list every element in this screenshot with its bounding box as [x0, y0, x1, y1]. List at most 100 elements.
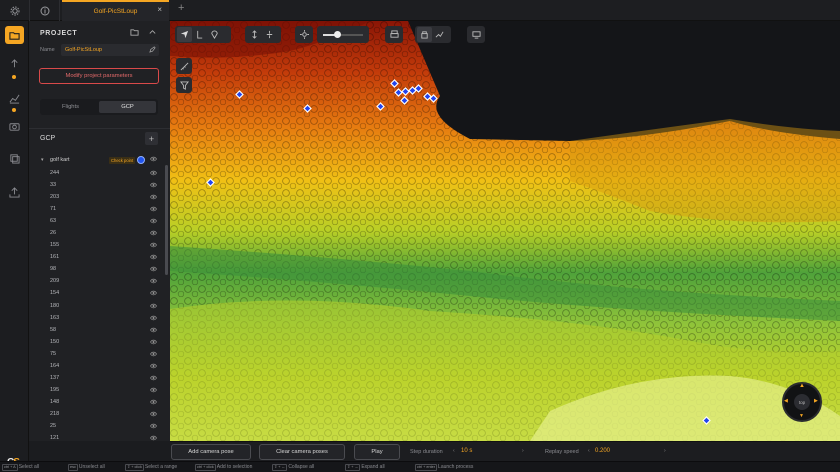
- gcp-point-row[interactable]: 58: [29, 324, 170, 336]
- eye-icon[interactable]: [150, 156, 157, 162]
- gcp-point-row[interactable]: 98: [29, 263, 170, 275]
- tab-flights[interactable]: Flights: [42, 101, 99, 113]
- eye-icon[interactable]: [150, 435, 157, 441]
- export-icon[interactable]: [5, 183, 24, 201]
- eye-icon[interactable]: [150, 387, 157, 393]
- folder-icon[interactable]: [5, 26, 24, 44]
- chevron-up-icon[interactable]: [147, 27, 158, 38]
- eye-icon[interactable]: [150, 254, 157, 260]
- eye-icon[interactable]: [150, 206, 157, 212]
- eye-icon[interactable]: [150, 242, 157, 248]
- gcp-point-row[interactable]: 195: [29, 384, 170, 396]
- arrow-left-icon[interactable]: ◀: [784, 398, 788, 404]
- eye-icon[interactable]: [150, 266, 157, 272]
- settings-icon[interactable]: [0, 0, 30, 21]
- clear-camera-poses-button[interactable]: Clear camera poses: [259, 444, 345, 460]
- layers-icon[interactable]: [5, 149, 24, 167]
- gcp-point-row[interactable]: 25: [29, 420, 170, 432]
- eye-icon[interactable]: [150, 399, 157, 405]
- eye-icon[interactable]: [150, 230, 157, 236]
- arrow-up-icon[interactable]: ▲: [799, 383, 805, 389]
- speed-decrease-icon[interactable]: ‹: [588, 448, 590, 454]
- step-duration-value[interactable]: 10 s: [461, 448, 472, 454]
- gcp-point-row[interactable]: 75: [29, 348, 170, 360]
- eye-icon[interactable]: [150, 375, 157, 381]
- add-gcp-button[interactable]: +: [145, 132, 158, 145]
- eye-icon[interactable]: [150, 182, 157, 188]
- tab-project[interactable]: Golf-PicStLoup ×: [62, 0, 169, 21]
- gcp-point-row[interactable]: 26: [29, 227, 170, 239]
- add-tab-button[interactable]: +: [178, 2, 184, 14]
- replay-speed-value[interactable]: 0.200: [595, 448, 610, 454]
- compass-top-button[interactable]: top: [794, 394, 810, 410]
- eye-icon[interactable]: [150, 327, 157, 333]
- eye-icon[interactable]: [150, 303, 157, 309]
- eye-icon[interactable]: [150, 218, 157, 224]
- gcp-point-row[interactable]: 163: [29, 312, 170, 324]
- point-size-slider[interactable]: [317, 26, 369, 43]
- gcp-point-row[interactable]: 164: [29, 360, 170, 372]
- measure-icon[interactable]: [176, 58, 192, 74]
- tab-gcp[interactable]: GCP: [99, 101, 156, 113]
- info-icon[interactable]: [30, 0, 60, 21]
- lock-icon[interactable]: [417, 27, 432, 42]
- arrow-right-icon[interactable]: ▶: [814, 398, 818, 404]
- eye-icon[interactable]: [150, 411, 157, 417]
- align-vertical-icon[interactable]: [262, 27, 277, 42]
- arrow-down-icon[interactable]: ▼: [799, 413, 804, 419]
- play-button[interactable]: Play: [354, 444, 400, 460]
- gcp-point-row[interactable]: 244: [29, 167, 170, 179]
- eye-icon[interactable]: [150, 423, 157, 429]
- point-cloud-view[interactable]: ▲ ▼ ◀ ▶ top: [170, 21, 840, 441]
- gcp-point-row[interactable]: 121: [29, 432, 170, 444]
- pin-icon[interactable]: [207, 27, 222, 42]
- gcp-point-row[interactable]: 155: [29, 239, 170, 251]
- walk-icon[interactable]: [192, 27, 207, 42]
- add-camera-pose-button[interactable]: Add camera pose: [171, 444, 251, 460]
- speed-increase-icon[interactable]: ›: [664, 448, 666, 454]
- eye-icon[interactable]: [150, 351, 157, 357]
- gcp-point-row[interactable]: 203: [29, 191, 170, 203]
- panel-scrollbar[interactable]: [165, 165, 168, 275]
- eye-icon[interactable]: [150, 290, 157, 296]
- eye-icon[interactable]: [150, 363, 157, 369]
- eye-icon[interactable]: [150, 170, 157, 176]
- tab-close-button[interactable]: ×: [157, 5, 162, 14]
- modify-project-button[interactable]: Modify project parameters: [39, 68, 159, 84]
- gcp-point-row[interactable]: 161: [29, 251, 170, 263]
- sun-icon[interactable]: [297, 27, 311, 42]
- eye-icon[interactable]: [150, 339, 157, 345]
- gcp-point-row[interactable]: 71: [29, 203, 170, 215]
- slider-knob[interactable]: [334, 31, 341, 38]
- filter-icon[interactable]: [176, 77, 192, 93]
- gcp-point-row[interactable]: 180: [29, 300, 170, 312]
- gcp-point-row[interactable]: 33: [29, 179, 170, 191]
- navigate-arrow-icon[interactable]: [177, 27, 192, 42]
- view-compass[interactable]: ▲ ▼ ◀ ▶ top: [782, 382, 822, 422]
- eye-icon[interactable]: [150, 315, 157, 321]
- gcp-group-golf-kart[interactable]: ▾ golf kart Check point: [29, 155, 170, 166]
- edit-pencil-icon[interactable]: [149, 46, 156, 53]
- gcp-point-row[interactable]: 148: [29, 396, 170, 408]
- monitor-icon[interactable]: [469, 27, 483, 42]
- camera-icon[interactable]: [5, 117, 24, 135]
- step-decrease-icon[interactable]: ‹: [453, 448, 455, 454]
- print-icon[interactable]: [387, 27, 401, 42]
- gcp-point-row[interactable]: 137: [29, 372, 170, 384]
- gcp-point-row[interactable]: 218: [29, 408, 170, 420]
- open-folder-icon[interactable]: [129, 27, 140, 38]
- camera-path-icon[interactable]: [432, 27, 447, 42]
- caret-down-icon[interactable]: ▾: [41, 157, 44, 163]
- gcp-point-row[interactable]: 154: [29, 287, 170, 299]
- gcp-point-row[interactable]: 150: [29, 336, 170, 348]
- color-swatch[interactable]: [137, 156, 145, 164]
- move-vertical-icon[interactable]: [247, 27, 262, 42]
- eye-icon[interactable]: [150, 194, 157, 200]
- gcp-point-row[interactable]: 209: [29, 275, 170, 287]
- project-name-field[interactable]: Golf-PicStLoup: [61, 44, 159, 56]
- chart-icon[interactable]: [5, 89, 24, 107]
- gcp-point-row[interactable]: 63: [29, 215, 170, 227]
- joystick-icon[interactable]: [5, 55, 24, 73]
- step-increase-icon[interactable]: ›: [522, 448, 524, 454]
- eye-icon[interactable]: [150, 278, 157, 284]
